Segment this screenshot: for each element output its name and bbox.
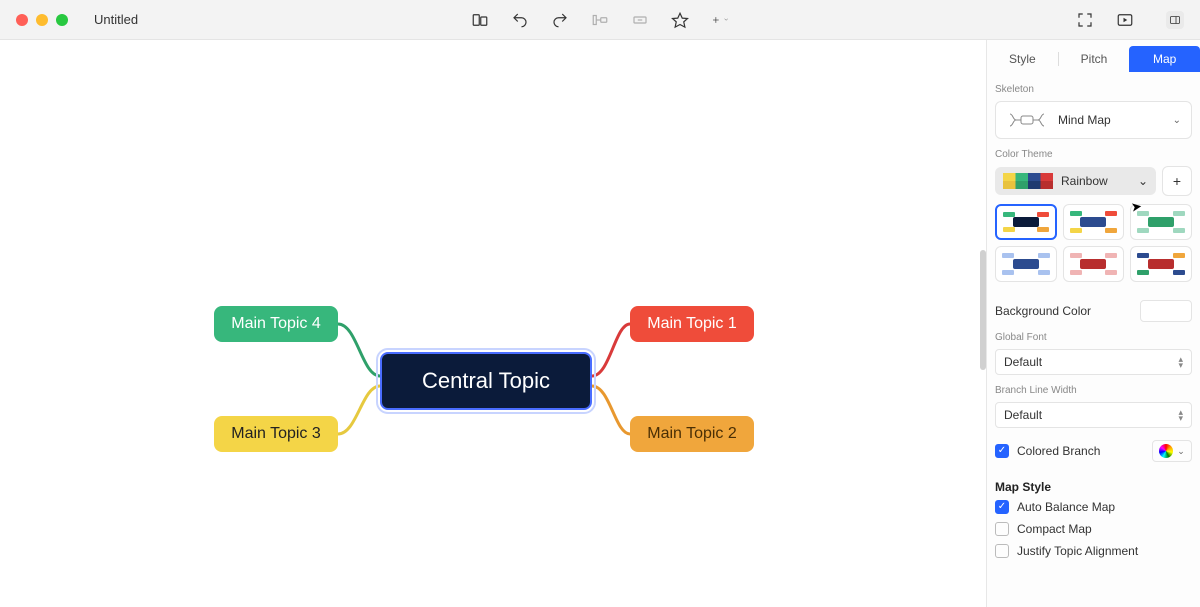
topic-node-4[interactable]: Main Topic 4 — [214, 306, 338, 342]
bgcolor-label: Background Color — [995, 304, 1091, 318]
toolbar-right — [1076, 11, 1184, 29]
tab-pitch[interactable]: Pitch — [1059, 46, 1130, 72]
theme-preset-grid — [995, 204, 1192, 282]
fullscreen-icon[interactable] — [1076, 11, 1094, 29]
chevron-down-icon: ⌄ — [1177, 446, 1185, 457]
updown-icon: ▴▾ — [1178, 356, 1183, 368]
insert-subtopic-icon[interactable] — [631, 11, 649, 29]
insert-topic-icon[interactable] — [591, 11, 609, 29]
titlebar: Untitled — [0, 0, 1200, 40]
rainbow-swatch-icon — [1003, 173, 1053, 189]
panel-tabs: Style Pitch Map — [987, 44, 1200, 74]
topic-node-2[interactable]: Main Topic 2 — [630, 416, 754, 452]
add-theme-button[interactable]: + — [1162, 166, 1192, 196]
skeleton-select[interactable]: Mind Map ⌄ — [995, 101, 1192, 139]
compact-checkbox[interactable] — [995, 522, 1009, 536]
updown-icon: ▴▾ — [1178, 409, 1183, 421]
colored-branch-label: Colored Branch — [1017, 444, 1100, 458]
branch-color-picker[interactable]: ⌄ — [1152, 440, 1192, 462]
theme-preset-1[interactable] — [995, 204, 1057, 240]
maximize-window-button[interactable] — [56, 14, 68, 26]
close-window-button[interactable] — [16, 14, 28, 26]
colortheme-value: Rainbow — [1061, 174, 1108, 188]
redo-icon[interactable] — [551, 11, 569, 29]
favorite-icon[interactable] — [671, 11, 689, 29]
justify-checkbox[interactable] — [995, 544, 1009, 558]
presentation-icon[interactable] — [1116, 11, 1134, 29]
mindmap-structure-icon — [1006, 110, 1048, 130]
minimize-window-button[interactable] — [36, 14, 48, 26]
topic-node-3[interactable]: Main Topic 3 — [214, 416, 338, 452]
justify-label: Justify Topic Alignment — [1017, 544, 1138, 558]
theme-preset-6[interactable] — [1130, 246, 1192, 282]
theme-preset-4[interactable] — [995, 246, 1057, 282]
branchwidth-label: Branch Line Width — [995, 385, 1192, 396]
tab-style[interactable]: Style — [987, 46, 1058, 72]
format-sidepanel: Style Pitch Map Skeleton Mind Map ⌄ Colo… — [986, 40, 1200, 607]
skeleton-label: Skeleton — [995, 84, 1192, 95]
autobalance-label: Auto Balance Map — [1017, 500, 1115, 514]
theme-preset-5[interactable] — [1063, 246, 1125, 282]
theme-preset-2[interactable] — [1063, 204, 1125, 240]
globalfont-select[interactable]: Default ▴▾ — [995, 349, 1192, 375]
colortheme-select[interactable]: Rainbow ⌄ — [995, 167, 1156, 195]
globalfont-label: Global Font — [995, 332, 1192, 343]
branchwidth-select[interactable]: Default ▴▾ — [995, 402, 1192, 428]
tab-map[interactable]: Map — [1129, 46, 1200, 72]
branchwidth-value: Default — [1004, 408, 1042, 422]
colortheme-label: Color Theme — [995, 149, 1192, 160]
skeleton-value: Mind Map — [1058, 113, 1111, 127]
panel-toggle-icon[interactable] — [1166, 11, 1184, 29]
chevron-down-icon: ⌄ — [1173, 115, 1181, 126]
compact-label: Compact Map — [1017, 522, 1092, 536]
central-topic-node[interactable]: Central Topic — [380, 352, 592, 410]
colored-branch-checkbox[interactable] — [995, 444, 1009, 458]
colorwheel-icon — [1159, 444, 1173, 458]
globalfont-value: Default — [1004, 355, 1042, 369]
window-controls — [16, 14, 68, 26]
mindmap-canvas[interactable]: Central Topic Main Topic 1 Main Topic 2 … — [0, 40, 986, 607]
theme-preset-3[interactable] — [1130, 204, 1192, 240]
document-title: Untitled — [94, 12, 138, 27]
autobalance-checkbox[interactable] — [995, 500, 1009, 514]
toolbar-center — [471, 11, 729, 29]
mapstyle-heading: Map Style — [995, 480, 1192, 494]
bgcolor-picker[interactable] — [1140, 300, 1192, 322]
canvas-scrollbar[interactable] — [980, 60, 986, 580]
chevron-down-icon: ⌄ — [1138, 174, 1148, 188]
topic-node-1[interactable]: Main Topic 1 — [630, 306, 754, 342]
undo-icon[interactable] — [511, 11, 529, 29]
add-menu-icon[interactable] — [711, 11, 729, 29]
outline-toggle-icon[interactable] — [471, 11, 489, 29]
